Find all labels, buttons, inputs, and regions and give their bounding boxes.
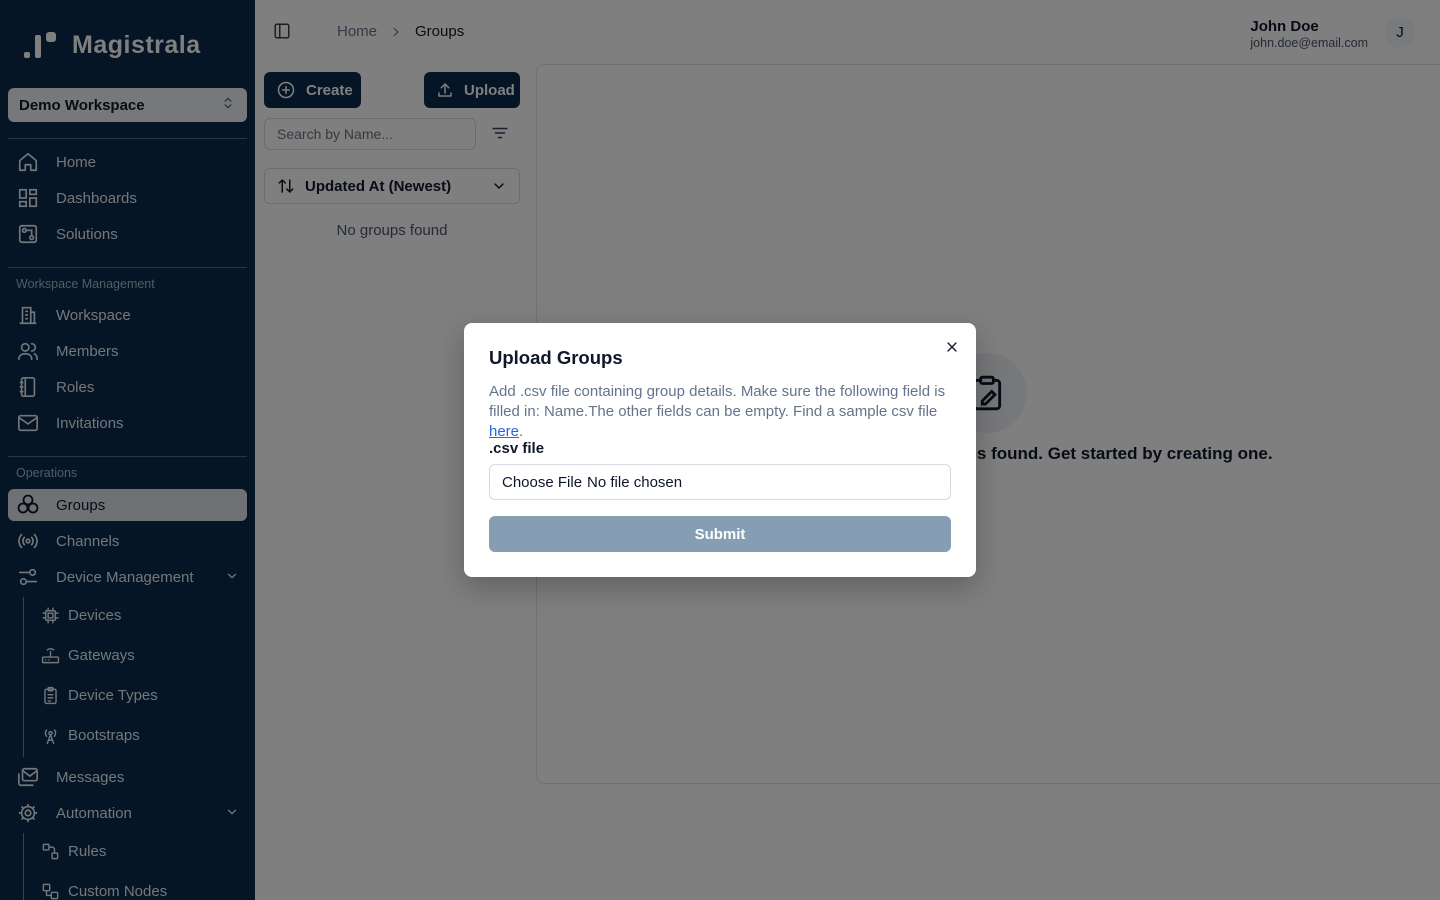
dialog-description-text: Add .csv file containing group details. …	[489, 383, 946, 420]
file-status-text: No file chosen	[587, 473, 683, 491]
dialog-description-end: .	[519, 423, 524, 440]
choose-file-button[interactable]: Choose File	[502, 474, 582, 491]
dialog-title: Upload Groups	[489, 347, 623, 368]
close-icon	[947, 342, 957, 352]
submit-button[interactable]: Submit	[489, 516, 951, 552]
dialog-description: Add .csv file containing group details. …	[489, 382, 955, 442]
csv-file-label: .csv file	[489, 440, 545, 457]
upload-groups-dialog: Upload Groups Add .csv file containing g…	[464, 323, 976, 577]
close-button[interactable]	[944, 339, 960, 355]
csv-file-input[interactable]: Choose File No file chosen	[489, 464, 951, 500]
sample-csv-link[interactable]: here	[489, 423, 519, 440]
